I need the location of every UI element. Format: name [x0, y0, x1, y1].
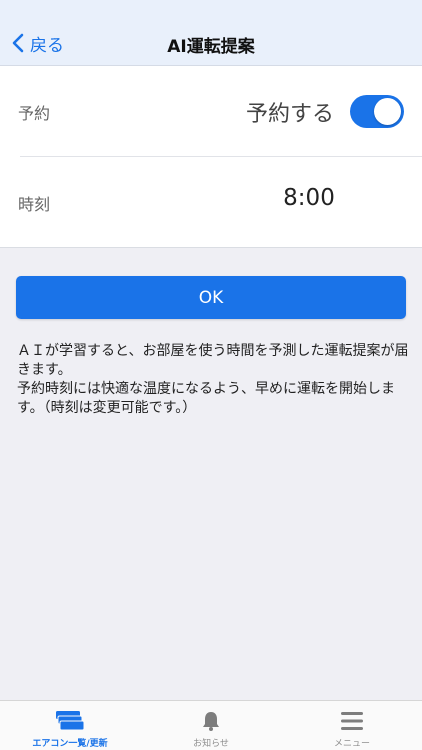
- description-text: ＡＩが学習すると、お部屋を使う時間を予測した運転提案が届きます。 予約時刻には快…: [17, 342, 409, 418]
- reservation-value: 予約する: [245, 102, 334, 127]
- settings-card: 予約 予約する 時刻 8:00: [0, 66, 422, 248]
- menu-icon: [341, 712, 363, 730]
- aircon-icon: [56, 711, 85, 731]
- navigation-bar: 戻る AI運転提案: [0, 0, 422, 66]
- time-row[interactable]: 時刻 8:00: [0, 157, 422, 248]
- reservation-toggle[interactable]: [350, 95, 404, 128]
- reservation-row: 予約 予約する: [0, 66, 422, 157]
- tab-label: お知らせ: [193, 739, 229, 749]
- ok-button[interactable]: OK: [16, 276, 406, 319]
- page-title: AI運転提案: [167, 37, 255, 57]
- tab-label: エアコン一覧/更新: [32, 739, 108, 749]
- tab-label: メニュー: [333, 739, 370, 749]
- tab-aircon-list[interactable]: エアコン一覧/更新: [0, 701, 140, 750]
- tab-bar: エアコン一覧/更新 お知らせ メニュー: [0, 700, 422, 750]
- toggle-knob: [374, 98, 401, 125]
- description-line-2: 予約時刻には快適な温度になるよう、早めに運転を開始します。（時刻は変更可能です。…: [17, 381, 395, 416]
- tab-menu[interactable]: メニュー: [282, 701, 422, 750]
- bell-icon: [203, 712, 219, 731]
- description-line-1: ＡＩが学習すると、お部屋を使う時間を予測した運転提案が届きます。: [17, 343, 409, 378]
- reservation-label: 予約: [18, 104, 51, 123]
- time-value[interactable]: 8:00: [0, 185, 422, 211]
- tab-notifications[interactable]: お知らせ: [141, 701, 281, 750]
